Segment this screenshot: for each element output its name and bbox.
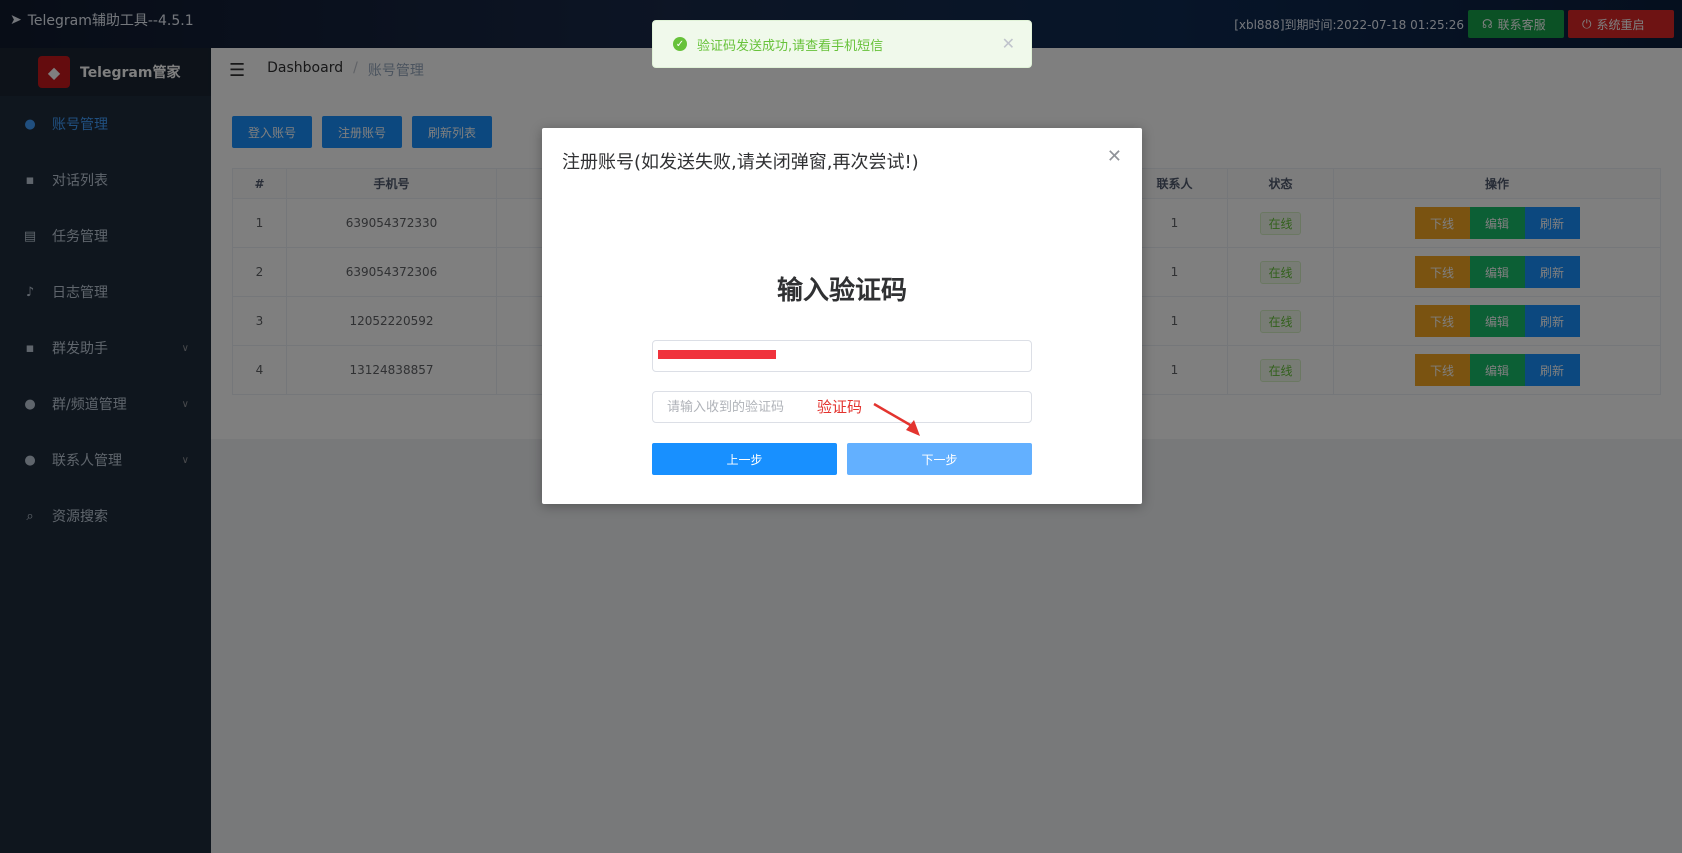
redaction-mark <box>658 350 776 359</box>
toast-message: 验证码发送成功,请查看手机短信 <box>697 38 884 54</box>
close-icon[interactable]: ✕ <box>1002 34 1015 53</box>
annotation-arrow-icon <box>873 402 920 436</box>
annotation-label: 验证码 <box>817 398 863 416</box>
check-circle-icon: ✓ <box>673 37 687 51</box>
register-dialog: 注册账号(如发送失败,请关闭弹窗,再次尝试!) ✕ 输入验证码 验证码 上一步 … <box>542 128 1142 504</box>
close-icon[interactable]: ✕ <box>1107 146 1122 167</box>
dialog-heading: 输入验证码 <box>776 276 907 306</box>
dialog-title: 注册账号(如发送失败,请关闭弹窗,再次尝试!) <box>562 152 919 173</box>
previous-step-button[interactable]: 上一步 <box>652 443 837 475</box>
success-toast: ✓ 验证码发送成功,请查看手机短信 ✕ <box>652 20 1032 68</box>
next-step-button[interactable]: 下一步 <box>847 443 1032 475</box>
